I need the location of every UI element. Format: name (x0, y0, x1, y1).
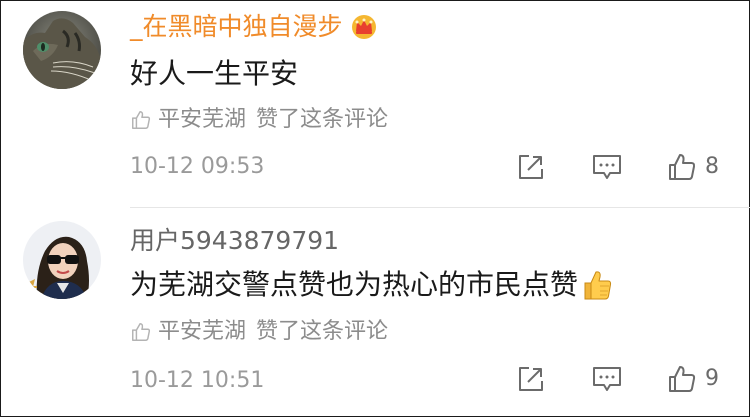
share-button[interactable] (516, 364, 546, 398)
comment-item: 用户5943879791 为芜湖交警点赞也为热心的市民点赞 平安芜湖 赞了这条评… (0, 0, 750, 417)
comment-text: 为芜湖交警点赞也为热心的市民点赞 (130, 267, 614, 303)
comment-text-content: 为芜湖交警点赞也为热心的市民点赞 (130, 268, 579, 301)
comment-icon (593, 367, 621, 391)
timestamp: 10-12 10:51 (130, 368, 265, 393)
thumbs-up-icon (669, 366, 696, 392)
username-text[interactable]: 用户5943879791 (130, 226, 339, 256)
liked-by-text: 赞了这条评论 (256, 319, 389, 344)
reply-button[interactable] (591, 364, 623, 398)
share-icon (519, 367, 543, 391)
avatar-image (23, 221, 101, 299)
username[interactable]: 用户5943879791 (130, 226, 339, 256)
thumbs-up-emoji (580, 268, 614, 302)
liked-by-account[interactable]: 平安芜湖 (158, 318, 246, 346)
liked-by-line: 平安芜湖 赞了这条评论 (130, 318, 388, 346)
thumbs-up-outline-icon (132, 323, 151, 341)
avatar[interactable] (23, 221, 101, 299)
like-button[interactable]: 9 (667, 364, 719, 394)
like-count: 9 (705, 366, 719, 391)
